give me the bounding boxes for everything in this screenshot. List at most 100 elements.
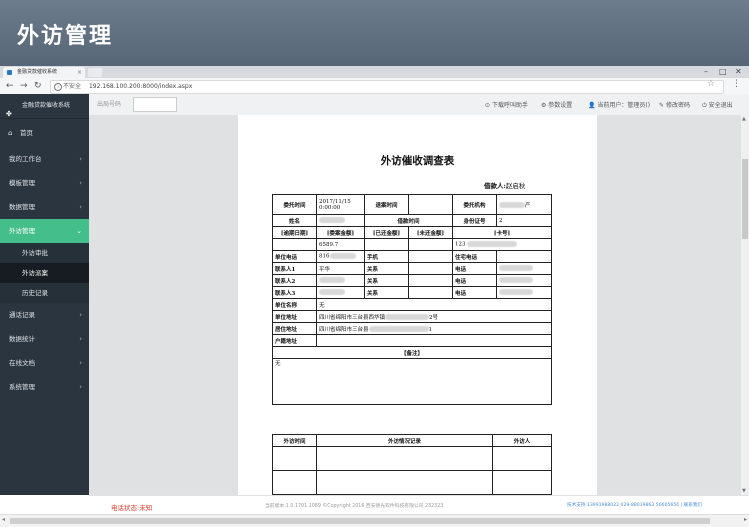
- cell-unit-phone-value: 816: [316, 250, 365, 263]
- cell-name: 姓名: [272, 214, 317, 227]
- cell-home-phone: 住宅电话: [452, 250, 497, 263]
- insecure-label: 不安全: [63, 83, 82, 90]
- bookmark-star-icon[interactable]: ☆: [707, 79, 715, 89]
- status-footer: 电话状态:未知 当前版本:1.0.1701.1089 ©Copyright 20…: [89, 495, 749, 515]
- cell-overdue-days: [逾期日期]: [272, 226, 317, 239]
- cell-contact3-value: [316, 286, 365, 299]
- minimize-icon[interactable]: –: [704, 66, 708, 78]
- new-tab-button[interactable]: [88, 68, 102, 77]
- sidebar-item-label: 通话记录: [9, 311, 35, 319]
- submenu-item-history[interactable]: 历史记录: [0, 283, 89, 303]
- version-info: 当前版本:1.0.1701.1089 ©Copyright 2016 西安德光软…: [265, 504, 444, 509]
- close-tab-icon[interactable]: ×: [77, 67, 82, 78]
- cell-unpaid-value: [408, 238, 453, 251]
- h-scroll-thumb[interactable]: [10, 518, 710, 524]
- unit-address-text: 四川省绵阳市三台县西华镇: [319, 314, 386, 321]
- browser-menu-icon[interactable]: ⋮: [732, 79, 741, 89]
- sidebar-item-label: 我的工作台: [9, 155, 42, 163]
- cell-remarks-value: 无: [272, 358, 552, 405]
- scroll-left-icon[interactable]: ◂: [2, 516, 5, 523]
- change-password-link[interactable]: ✎ 修改密码: [659, 100, 690, 109]
- cell-contact2: 联系人2: [272, 274, 317, 287]
- cell-unit-address-value: 四川省绵阳市三台县西华镇 2号: [316, 310, 552, 323]
- sidebar-item-workbench[interactable]: 我的工作台 ›: [0, 147, 89, 171]
- sidebar-item-label: 模板管理: [9, 179, 35, 187]
- agency-suffix: 产: [525, 202, 531, 209]
- sidebar-item-system[interactable]: 系统管理 ›: [0, 375, 89, 399]
- chevron-right-icon: ›: [79, 155, 82, 163]
- visit-time-header: 外访时间: [272, 434, 317, 447]
- chevron-right-icon: ›: [79, 179, 82, 187]
- card-prefix: 123: [455, 241, 466, 248]
- sidebar-item-templates[interactable]: 模板管理 ›: [0, 171, 89, 195]
- redacted-block: [499, 277, 533, 284]
- logout-link[interactable]: ⏻ 安全退出: [702, 100, 733, 110]
- ext-label: 出局号码: [97, 101, 122, 108]
- sidebar-item-stats[interactable]: 数据统计 ›: [0, 327, 89, 351]
- cell-paid: [已还金额]: [364, 226, 409, 239]
- cell-unpaid: [未还金额]: [408, 226, 453, 239]
- cell-phone3: 电话: [452, 286, 497, 299]
- cell-unit-name-value: 无: [316, 298, 552, 311]
- cell-relation1-value: [408, 262, 453, 275]
- sidebar-item-calls[interactable]: 通话记录 ›: [0, 303, 89, 327]
- page-banner: 外访管理: [0, 0, 749, 66]
- cell-phone2: 电话: [452, 274, 497, 287]
- cell-phone1: 电话: [452, 262, 497, 275]
- close-window-icon[interactable]: ✕: [735, 66, 742, 78]
- redacted-block: [499, 202, 525, 208]
- chevron-right-icon: ›: [79, 359, 82, 367]
- chevron-right-icon: ›: [79, 383, 82, 391]
- url-text: 192.168.100.200:8000/index.aspx: [88, 83, 193, 90]
- cell-contact1: 联系人1: [272, 262, 317, 275]
- settings-label: 参数设置: [548, 102, 573, 109]
- sidebar: ✤ 金融贷款催收系统 ⌂ 首页 我的工作台 › 模板管理 › 数据管理 › 外访管理 ⌄…: [0, 94, 89, 495]
- current-user[interactable]: 👤 当前用户：管理员(): [588, 100, 650, 109]
- submenu-item-approval[interactable]: 外访审批: [0, 243, 89, 263]
- horizontal-scrollbar[interactable]: ◂ ▸: [0, 514, 749, 527]
- visit-row: [272, 470, 552, 495]
- ext-number-input[interactable]: [133, 97, 177, 112]
- sidebar-item-label: 数据管理: [9, 203, 35, 211]
- cell-unit-name: 单位名称: [272, 298, 317, 311]
- download-helper-link[interactable]: ⊙ 下载呼叫助手: [485, 100, 528, 109]
- address-field[interactable]: i 不安全 192.168.100.200:8000/index.aspx: [50, 80, 724, 94]
- cell-contact3: 联系人3: [272, 286, 317, 299]
- cell-case-amount: [委案金额]: [316, 226, 365, 239]
- visit-record-header: 外访情况记录: [316, 434, 493, 447]
- scroll-up-icon[interactable]: ▲: [742, 116, 746, 122]
- sidebar-item-visits[interactable]: 外访管理 ⌄: [0, 219, 89, 243]
- cell-relation1: 关系: [364, 262, 409, 275]
- settings-link[interactable]: ⚙ 参数设置: [541, 100, 572, 109]
- page-heading: 外访管理: [17, 24, 114, 49]
- redacted-block: [467, 241, 518, 248]
- back-icon[interactable]: ←: [6, 79, 14, 93]
- vertical-scrollbar[interactable]: ▲ ▼: [741, 115, 749, 495]
- sidebar-item-docs[interactable]: 在线文档 ›: [0, 351, 89, 375]
- sidebar-item-label: 系统管理: [9, 383, 35, 391]
- cell-name-value: [316, 214, 365, 227]
- sidebar-item-data[interactable]: 数据管理 ›: [0, 195, 89, 219]
- cell-card-value: 123: [452, 238, 552, 251]
- reload-icon[interactable]: ↻: [34, 79, 42, 93]
- document-viewer: 外访催收调查表 借款人:赵启秋 委托时间 2017/11/15 0:00:00 …: [89, 115, 741, 495]
- forward-icon[interactable]: →: [20, 79, 28, 93]
- support-info[interactable]: 技术支持:13991988022 029-88019863 56605656 |…: [567, 502, 702, 508]
- info-icon[interactable]: i: [54, 83, 62, 91]
- cell-card: [卡号]: [452, 226, 552, 239]
- scroll-thumb[interactable]: [742, 159, 748, 239]
- address-bar-row: ← → ↻ i 不安全 192.168.100.200:8000/index.a…: [0, 78, 749, 95]
- cell-overdue-value: [272, 238, 317, 251]
- favicon-icon: [7, 70, 12, 75]
- maximize-icon[interactable]: □: [719, 66, 727, 78]
- browser-tab[interactable]: 金融贷款催收系统 ×: [3, 67, 85, 78]
- sidebar-item-home[interactable]: ⌂ 首页: [0, 119, 89, 147]
- redacted-block: [368, 326, 429, 332]
- scroll-down-icon[interactable]: ▼: [742, 488, 746, 494]
- unit-address-suffix: 2号: [429, 314, 439, 321]
- cell-agency: 委托机构: [452, 194, 497, 215]
- scroll-right-icon[interactable]: ▸: [744, 516, 747, 523]
- survey-table: 委托时间 2017/11/15 0:00:00 退案时间 委托机构 产 姓名 借…: [272, 194, 552, 405]
- cell-case-amount-value: 6589.7: [316, 238, 365, 251]
- submenu-item-dispatch[interactable]: 外访派案: [0, 263, 89, 283]
